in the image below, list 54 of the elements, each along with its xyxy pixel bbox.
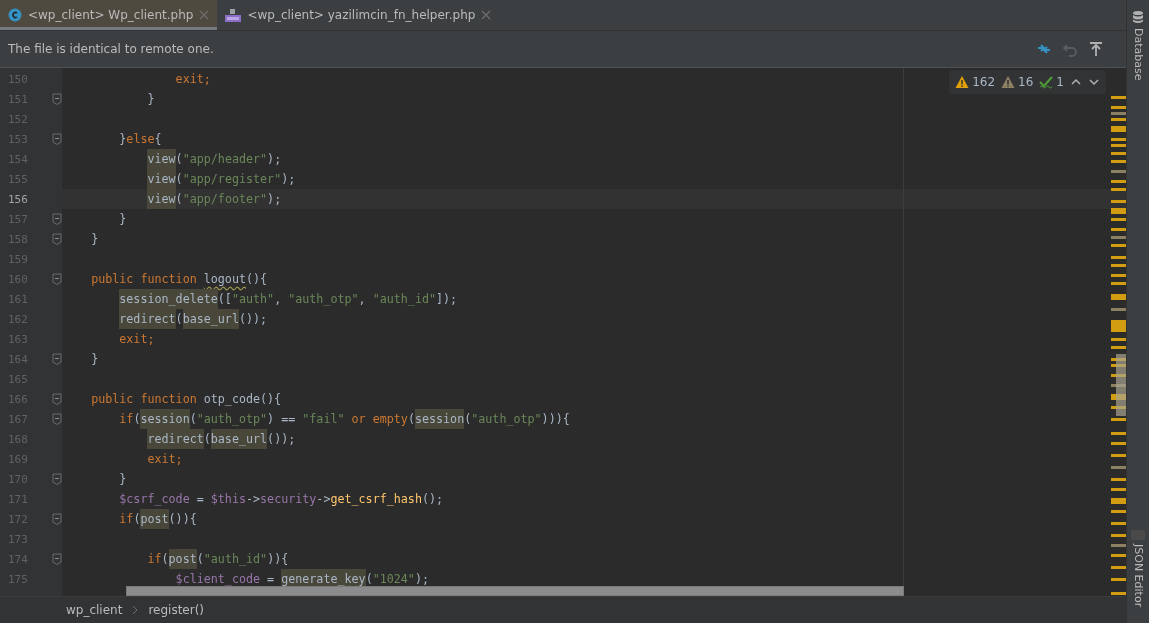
close-icon[interactable] [481,10,492,20]
check-icon [1039,75,1054,89]
tool-window-button[interactable]: JSON Editor [1131,543,1145,607]
code-line: if(session("auth_otp") == "fail" or empty(session("auth_otp"))){ [63,409,570,429]
code-line: } [118,212,127,226]
code-line: view("app/register"); [63,169,296,189]
code-line: $csrf_code = $this->security->get_csrf_hash(); [118,492,444,506]
breadcrumb[interactable]: register() [148,603,205,617]
fold-marker-icon[interactable] [52,93,62,105]
fold-marker-icon[interactable] [52,233,62,245]
tool-window-button[interactable]: Database [1131,28,1145,81]
breadcrumb[interactable]: wp_client [66,603,123,617]
fold-marker-icon[interactable] [52,353,62,365]
typo-count: 1 [1056,75,1064,89]
horizontal-scrollbar[interactable] [126,586,904,596]
code-line: } [90,232,99,246]
code-line: session_delete(["auth", "auth_otp", "auth_id"]); [63,289,458,309]
code-line: exit; [118,332,155,346]
database-icon [1132,10,1144,24]
line-number: 156 [8,192,28,206]
editor-tab[interactable]: <wp_client> Wp_client.php [0,0,218,30]
fold-marker-icon[interactable] [52,513,62,525]
class-icon [8,8,22,22]
code-line: public function otp_code(){ [90,392,282,406]
code-line: view("app/header"); [63,149,282,169]
banner-text: The file is identical to remote one. [8,42,214,56]
code-line: redirect(base_url()); [63,429,296,449]
code-line: } [146,92,155,106]
upload-icon[interactable] [1088,41,1104,57]
code-line: }else{ [118,132,162,146]
code-line: public function logout(){ [90,272,268,286]
fold-marker-icon[interactable] [52,213,62,225]
code-line: exit; [146,452,183,466]
warning-icon [955,75,970,89]
code-line: exit; [174,72,211,86]
code-line: if(post()){ [63,509,197,529]
code-line: } [90,352,99,366]
code-line: view("app/footer"); [63,189,282,209]
warning-count: 162 [972,75,996,89]
fold-marker-icon[interactable] [52,553,62,565]
inspection-widget[interactable]: 162 16 1 [949,70,1106,94]
code-line: } [118,472,127,486]
fold-marker-icon[interactable] [52,473,62,485]
fold-marker-icon[interactable] [52,413,62,425]
fold-marker-icon[interactable] [52,273,62,285]
code-line: redirect(base_url()); [63,309,268,329]
chevron-down-icon[interactable] [1088,76,1100,88]
php-file-icon [225,8,242,22]
fold-marker-icon[interactable] [52,133,62,145]
fold-marker-icon[interactable] [52,393,62,405]
weak-warning-count: 16 [1018,75,1034,89]
weak-warning-icon [1001,75,1016,89]
code-line: if(post("auth_id")){ [63,549,289,569]
chevron-right-icon [132,605,139,615]
